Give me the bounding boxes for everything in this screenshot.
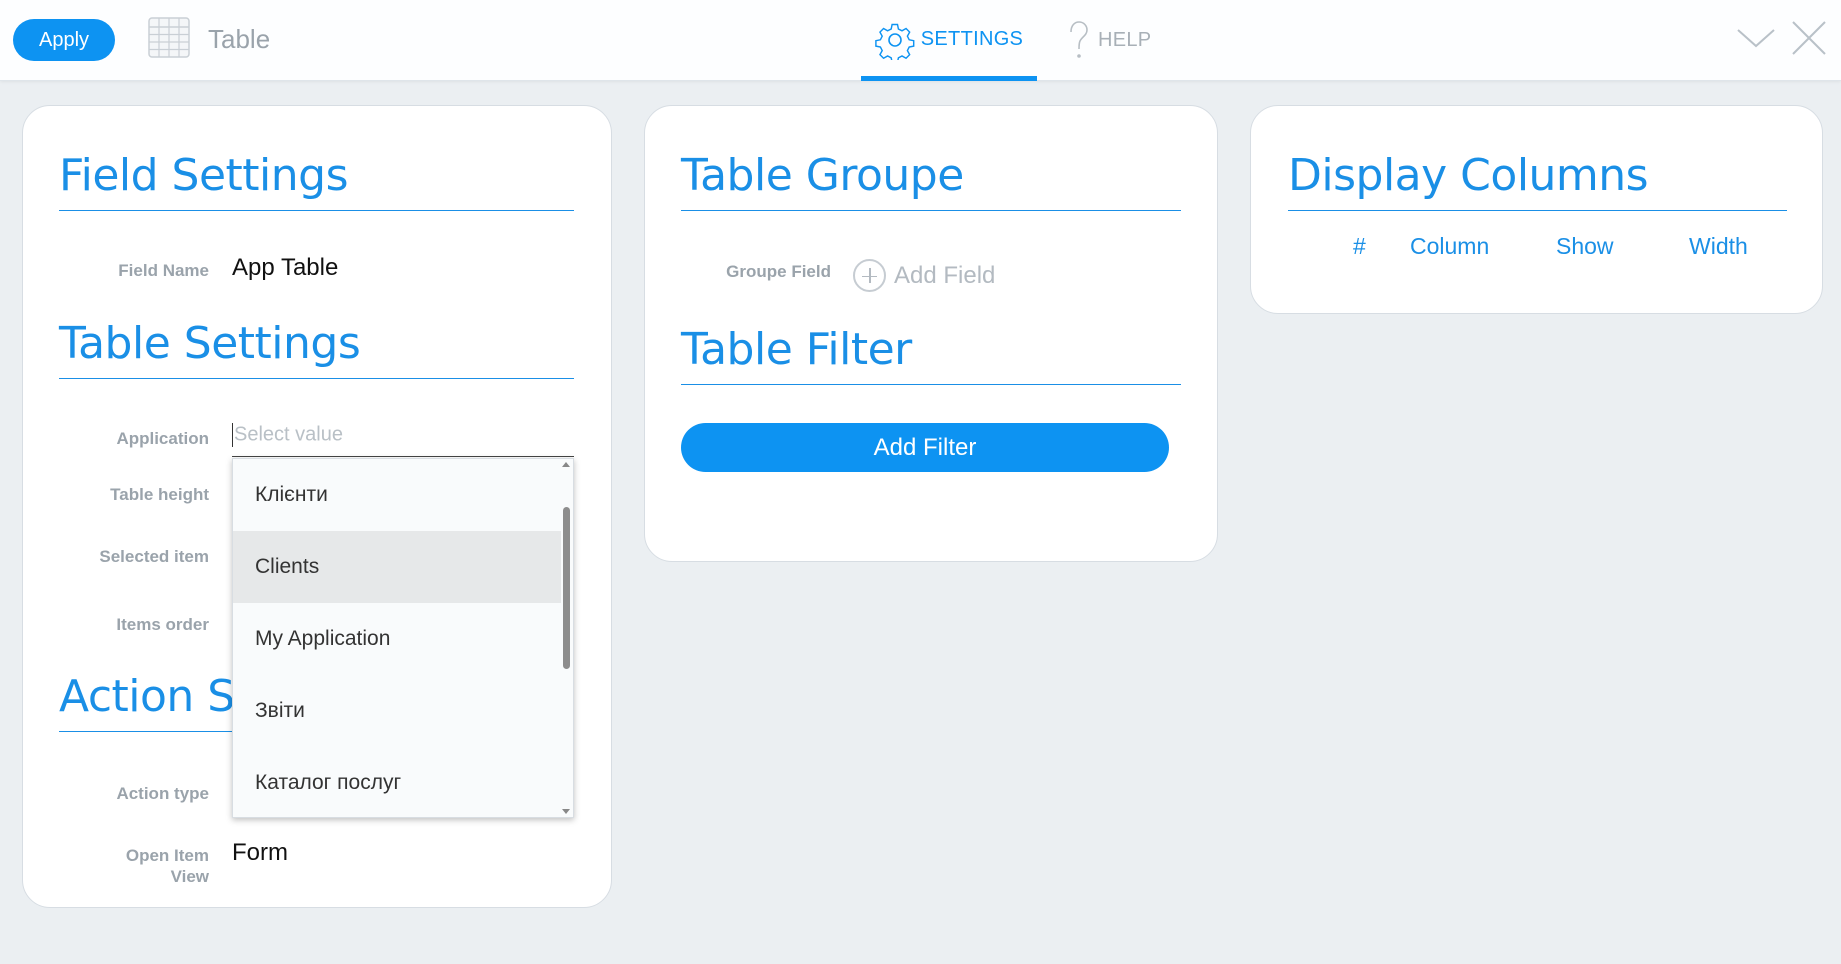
dropdown-option[interactable]: Звіти [233, 675, 561, 747]
table-filter-divider [681, 384, 1181, 385]
gear-icon [874, 20, 915, 60]
tab-settings-label: SETTINGS [920, 28, 1024, 50]
collapse-button[interactable] [1736, 18, 1776, 58]
display-columns-divider [1288, 210, 1787, 211]
tab-help-label: HELP [1098, 29, 1152, 51]
apply-button[interactable]: Apply [13, 19, 115, 61]
dropdown-scrollbar[interactable] [559, 459, 573, 817]
field-name-label: Field Name [118, 261, 209, 280]
tab-help[interactable]: HELP [1060, 0, 1170, 81]
tab-settings[interactable]: SETTINGS [861, 0, 1037, 81]
table-groupe-title: Table Groupe [681, 150, 964, 201]
field-name-value[interactable]: App Table [232, 254, 338, 282]
top-toolbar: Apply Table SETTINGS HELP [0, 0, 1841, 81]
table-filter-title: Table Filter [681, 324, 912, 375]
table-height-label: Table height [110, 485, 209, 504]
application-dropdown: Клієнти Clients My Application Звіти Кат… [232, 458, 574, 818]
selected-item-label: Selected item [99, 547, 209, 566]
column-header-number: # [1353, 233, 1366, 259]
application-select[interactable]: Select value [232, 419, 574, 457]
add-filter-button[interactable]: Add Filter [681, 423, 1169, 472]
app-title: Table [208, 24, 271, 54]
open-item-view-label-line2: View [170, 867, 209, 886]
close-button[interactable] [1789, 18, 1829, 58]
dropdown-option[interactable]: Каталог послуг [233, 747, 561, 819]
open-item-view-value[interactable]: Form [232, 839, 288, 867]
field-settings-title: Field Settings [59, 150, 349, 201]
table-groupe-divider [681, 210, 1181, 211]
open-item-view-label: Open Item View [59, 845, 209, 887]
field-settings-divider [59, 210, 574, 211]
action-type-label: Action type [116, 784, 209, 803]
table-settings-title: Table Settings [59, 318, 361, 369]
scrollbar-thumb[interactable] [563, 507, 570, 669]
column-header-show: Show [1556, 233, 1614, 259]
column-header-width: Width [1689, 233, 1748, 259]
scroll-up-icon[interactable] [562, 462, 570, 467]
groupe-field-label: Groupe Field [726, 262, 831, 281]
text-cursor [232, 423, 233, 447]
dropdown-option[interactable]: Клієнти [233, 459, 561, 531]
add-field-button[interactable]: Add Field [853, 259, 995, 292]
question-icon [1066, 20, 1092, 62]
open-item-view-label-line1: Open Item [125, 846, 209, 865]
action-settings-title: Action Se [59, 671, 262, 722]
plus-circle-icon [853, 259, 886, 292]
close-icon [1792, 21, 1826, 55]
action-settings-divider [59, 731, 233, 732]
column-header-column: Column [1410, 233, 1490, 259]
dropdown-option[interactable]: My Application [233, 603, 561, 675]
chevron-down-icon [1737, 29, 1775, 48]
display-columns-title: Display Columns [1288, 150, 1649, 201]
items-order-label: Items order [116, 615, 209, 634]
add-field-label: Add Field [894, 261, 996, 289]
table-icon [148, 17, 190, 58]
scroll-down-icon[interactable] [562, 809, 570, 814]
table-settings-divider [59, 378, 574, 379]
application-label: Application [116, 429, 209, 448]
dropdown-option[interactable]: Clients [233, 531, 561, 603]
application-placeholder: Select value [234, 423, 343, 446]
